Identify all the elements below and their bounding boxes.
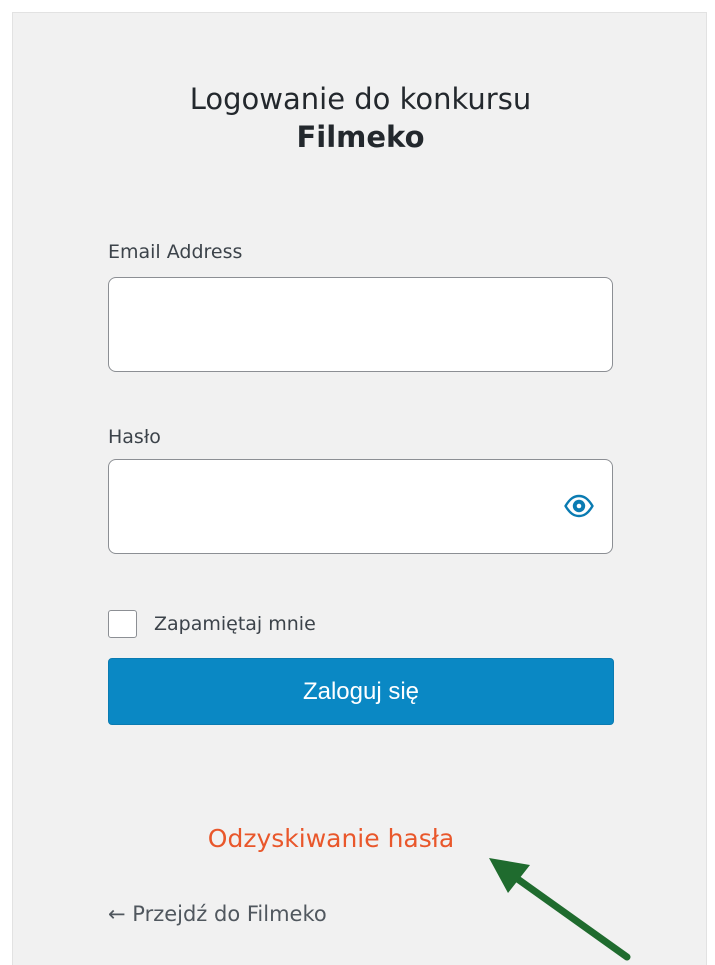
remember-me-label[interactable]: Zapamiętaj mnie — [154, 612, 316, 636]
screen: Logowanie do konkursu Filmeko Email Addr… — [0, 0, 715, 965]
page-title: Logowanie do konkursu Filmeko — [13, 81, 708, 157]
eye-icon[interactable] — [564, 493, 594, 519]
email-field-container — [108, 277, 613, 372]
email-field[interactable] — [109, 278, 612, 371]
back-to-site-link[interactable]: ← Przejdź do Filmeko — [108, 901, 327, 927]
password-label: Hasło — [108, 426, 161, 448]
email-label: Email Address — [108, 241, 243, 263]
title-line-1: Logowanie do konkursu — [189, 82, 532, 116]
login-button[interactable]: Zaloguj się — [108, 658, 614, 725]
password-field[interactable] — [109, 460, 612, 553]
password-recovery-link[interactable]: Odzyskiwanie hasła — [13, 823, 649, 855]
title-line-2: Filmeko — [296, 120, 425, 154]
password-field-container — [108, 459, 613, 554]
remember-me-checkbox[interactable] — [108, 610, 137, 638]
login-panel: Logowanie do konkursu Filmeko Email Addr… — [12, 12, 707, 965]
